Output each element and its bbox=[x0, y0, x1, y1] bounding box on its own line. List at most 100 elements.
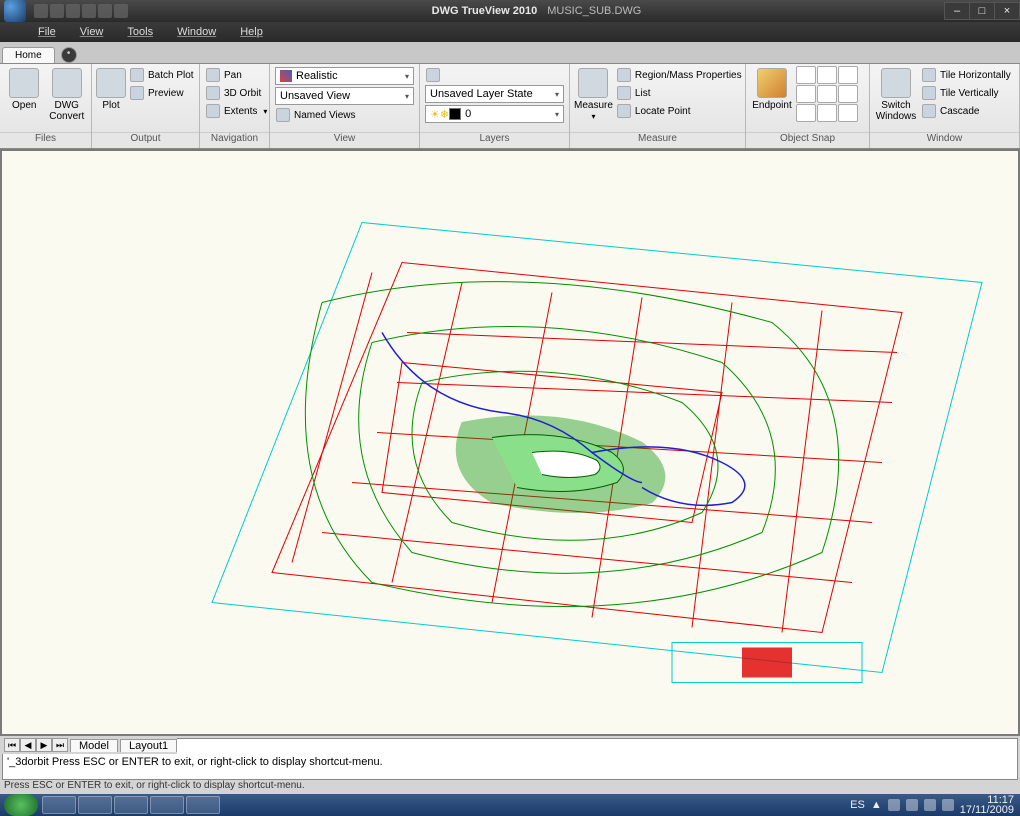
tray-icon-2[interactable] bbox=[906, 799, 918, 811]
ribbon-tab-strip: Home • bbox=[0, 42, 1020, 64]
measure-button[interactable]: Measure▾ bbox=[574, 66, 613, 124]
menu-view[interactable]: View bbox=[68, 26, 116, 38]
tile-v-button[interactable]: Tile Vertically bbox=[920, 84, 1013, 102]
app-logo-icon[interactable] bbox=[4, 0, 26, 22]
panel-output: Plot Batch Plot Preview Output bbox=[92, 64, 200, 148]
panel-files: Open DWG Convert Files bbox=[0, 64, 92, 148]
osnap-8-button[interactable] bbox=[817, 104, 837, 122]
layer-combo[interactable]: ☀❄0▾ bbox=[425, 105, 564, 123]
drawing-area-frame bbox=[0, 149, 1020, 736]
locate-icon bbox=[617, 104, 631, 118]
osnap-6-button[interactable] bbox=[838, 85, 858, 103]
status-bar: Press ESC or ENTER to exit, or right-cli… bbox=[0, 780, 1020, 794]
qat-undo-icon[interactable] bbox=[98, 4, 112, 18]
panel-label: Measure bbox=[570, 132, 745, 148]
taskbar-app1-icon[interactable] bbox=[114, 796, 148, 814]
panel-label: Object Snap bbox=[746, 132, 869, 148]
title-bar: DWG TrueView 2010MUSIC_SUB.DWG – □ × bbox=[0, 0, 1020, 22]
osnap-1-button[interactable] bbox=[796, 66, 816, 84]
tray-volume-icon[interactable] bbox=[942, 799, 954, 811]
title-text: DWG TrueView 2010MUSIC_SUB.DWG bbox=[128, 5, 945, 17]
list-icon bbox=[617, 86, 631, 100]
pan-button[interactable]: Pan bbox=[204, 66, 269, 84]
osnap-4-button[interactable] bbox=[796, 85, 816, 103]
tab-last-button[interactable]: ⏭ bbox=[52, 738, 68, 752]
taskbar-explorer-icon[interactable] bbox=[78, 796, 112, 814]
menu-tools[interactable]: Tools bbox=[115, 26, 165, 38]
endpoint-button[interactable]: Endpoint bbox=[750, 66, 794, 113]
region-button[interactable]: Region/Mass Properties bbox=[615, 66, 744, 84]
tile-h-icon bbox=[922, 68, 936, 82]
osnap-7-button[interactable] bbox=[796, 104, 816, 122]
layer-props-icon bbox=[426, 68, 440, 82]
tab-model[interactable]: Model bbox=[70, 739, 118, 752]
taskbar-trueview-icon[interactable] bbox=[186, 796, 220, 814]
cascade-button[interactable]: Cascade bbox=[920, 102, 1013, 120]
named-views-icon bbox=[276, 108, 290, 122]
tile-h-button[interactable]: Tile Horizontally bbox=[920, 66, 1013, 84]
view-name-combo[interactable]: Unsaved View▾ bbox=[275, 87, 414, 105]
maximize-button[interactable]: □ bbox=[969, 2, 995, 20]
menu-window[interactable]: Window bbox=[165, 26, 228, 38]
list-button[interactable]: List bbox=[615, 84, 744, 102]
dwg-convert-icon bbox=[52, 68, 82, 98]
layer-state-combo[interactable]: Unsaved Layer State▾ bbox=[425, 85, 564, 103]
osnap-2-button[interactable] bbox=[817, 66, 837, 84]
osnap-3-button[interactable] bbox=[838, 66, 858, 84]
ribbon: Open DWG Convert Files Plot Batch Plot P… bbox=[0, 64, 1020, 149]
menu-help[interactable]: Help bbox=[228, 26, 275, 38]
dwg-convert-button[interactable]: DWG Convert bbox=[47, 66, 88, 124]
extents-icon bbox=[206, 104, 220, 118]
tray-icon-1[interactable] bbox=[888, 799, 900, 811]
system-tray: ES ▲ 11:17 17/11/2009 bbox=[850, 795, 1020, 815]
qat-plot-icon[interactable] bbox=[82, 4, 96, 18]
layer-props-button[interactable] bbox=[424, 66, 565, 84]
menu-file[interactable]: File bbox=[26, 26, 68, 38]
switch-windows-icon bbox=[881, 68, 911, 98]
qat-save-icon[interactable] bbox=[66, 4, 80, 18]
tray-up-icon[interactable]: ▲ bbox=[871, 799, 882, 811]
qat-open-icon[interactable] bbox=[50, 4, 64, 18]
panel-label: Navigation bbox=[200, 132, 269, 148]
batch-plot-button[interactable]: Batch Plot bbox=[128, 66, 196, 84]
visual-style-combo[interactable]: Realistic▾ bbox=[275, 67, 414, 85]
layout-tabs: ⏮ ◀ ▶ ⏭ Model Layout1 bbox=[0, 736, 177, 754]
endpoint-icon bbox=[757, 68, 787, 98]
tray-date: 17/11/2009 bbox=[960, 805, 1014, 815]
panel-window: Switch Windows Tile Horizontally Tile Ve… bbox=[870, 64, 1020, 148]
taskbar-ie-icon[interactable] bbox=[42, 796, 76, 814]
locate-point-button[interactable]: Locate Point bbox=[615, 102, 744, 120]
orbit-button[interactable]: 3D Orbit bbox=[204, 84, 269, 102]
osnap-grid bbox=[796, 66, 858, 122]
preview-button[interactable]: Preview bbox=[128, 84, 196, 102]
batch-plot-icon bbox=[130, 68, 144, 82]
plot-button[interactable]: Plot bbox=[96, 66, 126, 113]
quick-access-toolbar bbox=[34, 4, 128, 18]
close-button[interactable]: × bbox=[994, 2, 1020, 20]
tab-home[interactable]: Home bbox=[2, 47, 55, 63]
tab-first-button[interactable]: ⏮ bbox=[4, 738, 20, 752]
named-views-button[interactable]: Named Views bbox=[274, 106, 415, 124]
osnap-9-button[interactable] bbox=[838, 104, 858, 122]
tab-close-icon[interactable]: • bbox=[61, 47, 77, 63]
minimize-button[interactable]: – bbox=[944, 2, 970, 20]
tray-icon-3[interactable] bbox=[924, 799, 936, 811]
extents-button[interactable]: Extents▾ bbox=[204, 102, 269, 120]
open-button[interactable]: Open bbox=[4, 66, 45, 113]
switch-windows-button[interactable]: Switch Windows bbox=[874, 66, 918, 124]
tab-next-button[interactable]: ▶ bbox=[36, 738, 52, 752]
taskbar-app2-icon[interactable] bbox=[150, 796, 184, 814]
drawing-canvas[interactable] bbox=[2, 151, 1018, 734]
panel-label: Files bbox=[0, 132, 91, 148]
panel-label: Layers bbox=[420, 132, 569, 148]
drawing-svg bbox=[2, 151, 1018, 734]
tray-lang[interactable]: ES bbox=[850, 799, 865, 811]
qat-new-icon[interactable] bbox=[34, 4, 48, 18]
osnap-5-button[interactable] bbox=[817, 85, 837, 103]
panel-layers: Unsaved Layer State▾ ☀❄0▾ Layers bbox=[420, 64, 570, 148]
start-button[interactable] bbox=[4, 794, 38, 816]
tab-prev-button[interactable]: ◀ bbox=[20, 738, 36, 752]
tab-layout1[interactable]: Layout1 bbox=[120, 739, 177, 752]
windows-taskbar: ES ▲ 11:17 17/11/2009 bbox=[0, 794, 1020, 816]
qat-redo-icon[interactable] bbox=[114, 4, 128, 18]
